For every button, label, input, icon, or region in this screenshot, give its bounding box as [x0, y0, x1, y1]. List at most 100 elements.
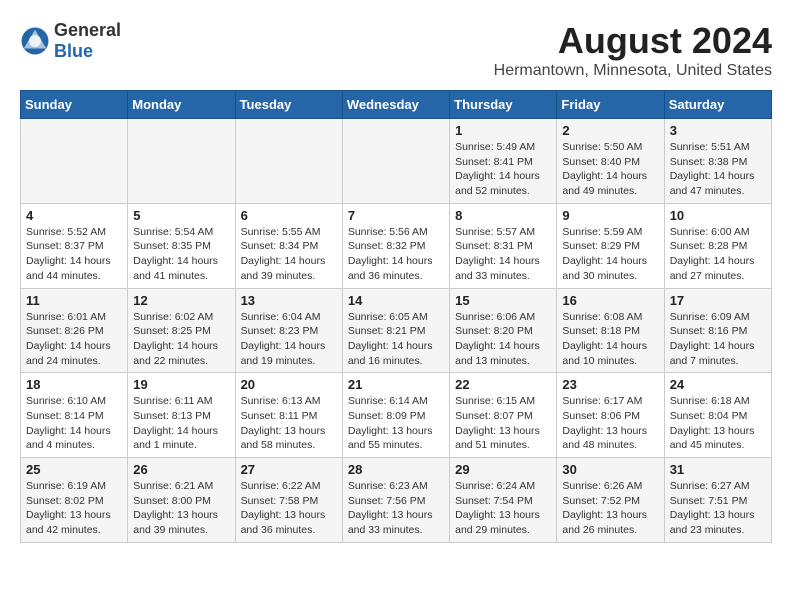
- day-header-wednesday: Wednesday: [342, 91, 449, 119]
- day-number: 17: [670, 293, 766, 308]
- location-text: Hermantown, Minnesota, United States: [494, 62, 772, 80]
- day-header-sunday: Sunday: [21, 91, 128, 119]
- day-number: 22: [455, 377, 551, 392]
- day-cell: 14 Sunrise: 6:05 AM Sunset: 8:21 PM Dayli…: [342, 288, 449, 373]
- day-info: Sunrise: 5:54 AM Sunset: 8:35 PM Dayligh…: [133, 225, 229, 284]
- day-cell: 25 Sunrise: 6:19 AM Sunset: 8:02 PM Dayli…: [21, 458, 128, 543]
- day-cell: 2 Sunrise: 5:50 AM Sunset: 8:40 PM Daylig…: [557, 119, 664, 204]
- day-info: Sunrise: 5:57 AM Sunset: 8:31 PM Dayligh…: [455, 225, 551, 284]
- day-number: 6: [241, 208, 337, 223]
- day-info: Sunrise: 6:26 AM Sunset: 7:52 PM Dayligh…: [562, 479, 658, 538]
- day-cell: 12 Sunrise: 6:02 AM Sunset: 8:25 PM Dayli…: [128, 288, 235, 373]
- month-title: August 2024: [494, 20, 772, 62]
- day-number: 8: [455, 208, 551, 223]
- day-info: Sunrise: 6:24 AM Sunset: 7:54 PM Dayligh…: [455, 479, 551, 538]
- day-number: 4: [26, 208, 122, 223]
- day-number: 28: [348, 462, 444, 477]
- header-row: SundayMondayTuesdayWednesdayThursdayFrid…: [21, 91, 772, 119]
- day-number: 19: [133, 377, 229, 392]
- day-number: 21: [348, 377, 444, 392]
- day-cell: 10Sunrise: 6:00 AM Sunset: 8:28 PM Dayli…: [664, 203, 771, 288]
- day-number: 2: [562, 123, 658, 138]
- week-row-1: 1 Sunrise: 5:49 AM Sunset: 8:41 PM Daylig…: [21, 119, 772, 204]
- logo: General Blue: [20, 20, 121, 62]
- day-cell: 16Sunrise: 6:08 AM Sunset: 8:18 PM Dayli…: [557, 288, 664, 373]
- page-header: General Blue August 2024 Hermantown, Min…: [20, 20, 772, 80]
- day-info: Sunrise: 5:59 AM Sunset: 8:29 PM Dayligh…: [562, 225, 658, 284]
- calendar-table: SundayMondayTuesdayWednesdayThursdayFrid…: [20, 90, 772, 543]
- day-number: 23: [562, 377, 658, 392]
- day-number: 7: [348, 208, 444, 223]
- day-cell: 18Sunrise: 6:10 AM Sunset: 8:14 PM Dayli…: [21, 373, 128, 458]
- day-info: Sunrise: 6:10 AM Sunset: 8:14 PM Dayligh…: [26, 394, 122, 453]
- day-info: Sunrise: 5:55 AM Sunset: 8:34 PM Dayligh…: [241, 225, 337, 284]
- day-info: Sunrise: 5:50 AM Sunset: 8:40 PM Dayligh…: [562, 140, 658, 199]
- day-info: Sunrise: 6:19 AM Sunset: 8:02 PM Dayligh…: [26, 479, 122, 538]
- day-cell: 29 Sunrise: 6:24 AM Sunset: 7:54 PM Dayli…: [450, 458, 557, 543]
- day-info: Sunrise: 6:23 AM Sunset: 7:56 PM Dayligh…: [348, 479, 444, 538]
- day-info: Sunrise: 6:05 AM Sunset: 8:21 PM Dayligh…: [348, 310, 444, 369]
- day-number: 25: [26, 462, 122, 477]
- day-info: Sunrise: 6:27 AM Sunset: 7:51 PM Dayligh…: [670, 479, 766, 538]
- day-number: 1: [455, 123, 551, 138]
- day-number: 29: [455, 462, 551, 477]
- day-number: 13: [241, 293, 337, 308]
- day-cell: 7 Sunrise: 5:56 AM Sunset: 8:32 PM Daylig…: [342, 203, 449, 288]
- day-cell: 5 Sunrise: 5:54 AM Sunset: 8:35 PM Daylig…: [128, 203, 235, 288]
- day-number: 5: [133, 208, 229, 223]
- day-cell: 21Sunrise: 6:14 AM Sunset: 8:09 PM Dayli…: [342, 373, 449, 458]
- day-info: Sunrise: 6:17 AM Sunset: 8:06 PM Dayligh…: [562, 394, 658, 453]
- day-cell: 13Sunrise: 6:04 AM Sunset: 8:23 PM Dayli…: [235, 288, 342, 373]
- day-cell: 19 Sunrise: 6:11 AM Sunset: 8:13 PM Dayli…: [128, 373, 235, 458]
- day-cell: 3 Sunrise: 5:51 AM Sunset: 8:38 PM Daylig…: [664, 119, 771, 204]
- day-info: Sunrise: 5:49 AM Sunset: 8:41 PM Dayligh…: [455, 140, 551, 199]
- day-cell: 30 Sunrise: 6:26 AM Sunset: 7:52 PM Dayli…: [557, 458, 664, 543]
- title-block: August 2024 Hermantown, Minnesota, Unite…: [494, 20, 772, 80]
- day-number: 15: [455, 293, 551, 308]
- day-header-monday: Monday: [128, 91, 235, 119]
- day-info: Sunrise: 6:15 AM Sunset: 8:07 PM Dayligh…: [455, 394, 551, 453]
- day-info: Sunrise: 6:11 AM Sunset: 8:13 PM Dayligh…: [133, 394, 229, 453]
- week-row-2: 4 Sunrise: 5:52 AM Sunset: 8:37 PM Daylig…: [21, 203, 772, 288]
- day-cell: 23 Sunrise: 6:17 AM Sunset: 8:06 PM Dayli…: [557, 373, 664, 458]
- day-cell: 17 Sunrise: 6:09 AM Sunset: 8:16 PM Dayli…: [664, 288, 771, 373]
- day-info: Sunrise: 5:56 AM Sunset: 8:32 PM Dayligh…: [348, 225, 444, 284]
- day-header-tuesday: Tuesday: [235, 91, 342, 119]
- day-number: 20: [241, 377, 337, 392]
- day-header-saturday: Saturday: [664, 91, 771, 119]
- day-cell: 24Sunrise: 6:18 AM Sunset: 8:04 PM Dayli…: [664, 373, 771, 458]
- day-info: Sunrise: 6:02 AM Sunset: 8:25 PM Dayligh…: [133, 310, 229, 369]
- day-number: 11: [26, 293, 122, 308]
- week-row-3: 11Sunrise: 6:01 AM Sunset: 8:26 PM Dayli…: [21, 288, 772, 373]
- day-cell: 1 Sunrise: 5:49 AM Sunset: 8:41 PM Daylig…: [450, 119, 557, 204]
- day-cell: 26Sunrise: 6:21 AM Sunset: 8:00 PM Dayli…: [128, 458, 235, 543]
- day-info: Sunrise: 6:13 AM Sunset: 8:11 PM Dayligh…: [241, 394, 337, 453]
- day-cell: 22 Sunrise: 6:15 AM Sunset: 8:07 PM Dayli…: [450, 373, 557, 458]
- day-cell: 4 Sunrise: 5:52 AM Sunset: 8:37 PM Daylig…: [21, 203, 128, 288]
- day-number: 12: [133, 293, 229, 308]
- week-row-4: 18Sunrise: 6:10 AM Sunset: 8:14 PM Dayli…: [21, 373, 772, 458]
- day-number: 24: [670, 377, 766, 392]
- week-row-5: 25 Sunrise: 6:19 AM Sunset: 8:02 PM Dayli…: [21, 458, 772, 543]
- day-number: 30: [562, 462, 658, 477]
- day-number: 14: [348, 293, 444, 308]
- day-cell: 15Sunrise: 6:06 AM Sunset: 8:20 PM Dayli…: [450, 288, 557, 373]
- day-cell: [128, 119, 235, 204]
- day-cell: 31Sunrise: 6:27 AM Sunset: 7:51 PM Dayli…: [664, 458, 771, 543]
- day-info: Sunrise: 6:21 AM Sunset: 8:00 PM Dayligh…: [133, 479, 229, 538]
- day-cell: 20 Sunrise: 6:13 AM Sunset: 8:11 PM Dayli…: [235, 373, 342, 458]
- logo-icon: [20, 26, 50, 56]
- day-info: Sunrise: 5:51 AM Sunset: 8:38 PM Dayligh…: [670, 140, 766, 199]
- day-number: 16: [562, 293, 658, 308]
- day-info: Sunrise: 6:22 AM Sunset: 7:58 PM Dayligh…: [241, 479, 337, 538]
- day-cell: [342, 119, 449, 204]
- day-info: Sunrise: 5:52 AM Sunset: 8:37 PM Dayligh…: [26, 225, 122, 284]
- day-cell: 28 Sunrise: 6:23 AM Sunset: 7:56 PM Dayli…: [342, 458, 449, 543]
- logo-text: General Blue: [54, 20, 121, 62]
- logo-general-text: General: [54, 20, 121, 41]
- day-cell: [21, 119, 128, 204]
- day-info: Sunrise: 6:09 AM Sunset: 8:16 PM Dayligh…: [670, 310, 766, 369]
- day-number: 9: [562, 208, 658, 223]
- day-cell: 11Sunrise: 6:01 AM Sunset: 8:26 PM Dayli…: [21, 288, 128, 373]
- day-number: 3: [670, 123, 766, 138]
